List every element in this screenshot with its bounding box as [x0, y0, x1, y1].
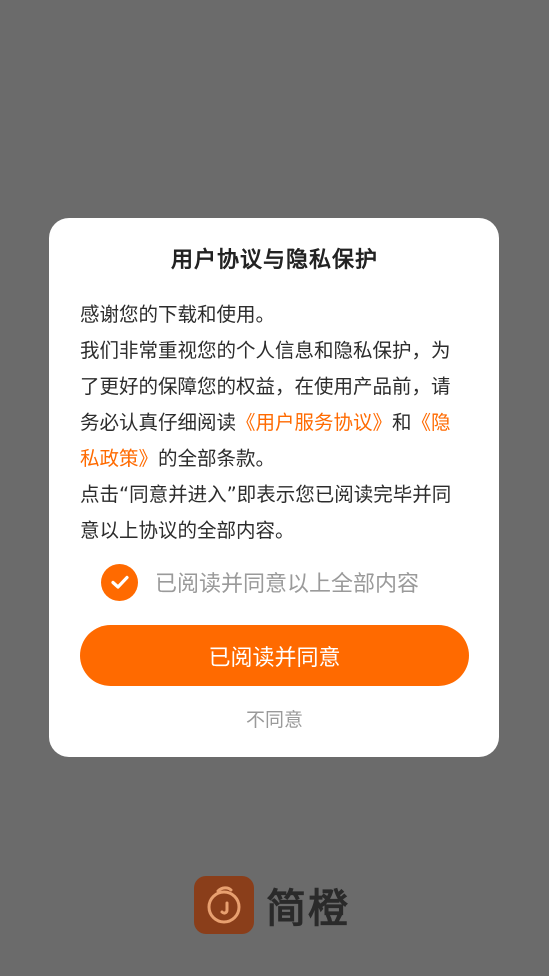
consent-text: 点击“同意并进入”即表示您已阅读完毕并同意以上协议的全部内容。: [80, 483, 452, 542]
dialog-body: 感谢您的下载和使用。 我们非常重视您的个人信息和隐私保护，为了更好的保障您的权益…: [80, 297, 456, 549]
thanks-text: 感谢您的下载和使用。: [80, 303, 276, 326]
notice-paragraph: 我们非常重视您的个人信息和隐私保护，为了更好的保障您的权益，在使用产品前，请务必…: [80, 333, 456, 477]
and-text: 和: [392, 411, 412, 434]
brand-name: 简橙: [266, 886, 350, 932]
orange-logo-icon: [194, 876, 254, 934]
brand-logo: 简橙: [194, 876, 350, 934]
disagree-button[interactable]: 不同意: [0, 705, 549, 732]
consent-checkbox-label[interactable]: 已阅读并同意以上全部内容: [155, 566, 419, 598]
consent-checkbox-row[interactable]: 已阅读并同意以上全部内容: [101, 563, 419, 601]
all-terms-text: 的全部条款。: [158, 447, 276, 470]
user-agreement-link[interactable]: 《用户服务协议》: [236, 411, 392, 434]
checkmark-icon: [110, 575, 129, 589]
dialog-title: 用户协议与隐私保护: [170, 248, 378, 273]
consent-checkbox[interactable]: [101, 563, 138, 601]
agree-button[interactable]: 已阅读并同意: [80, 625, 469, 686]
